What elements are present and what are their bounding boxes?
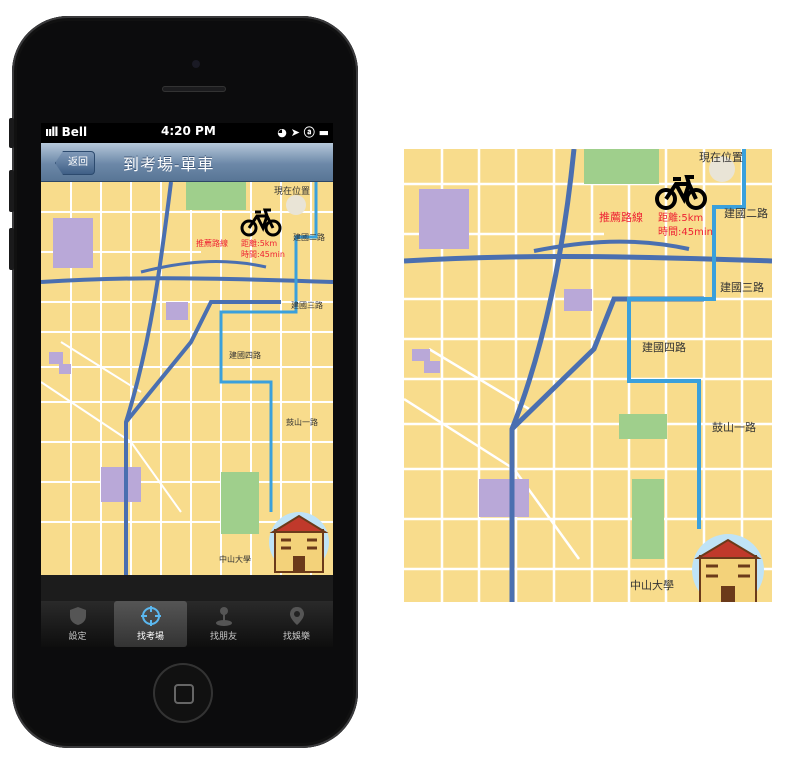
map-pin-icon	[289, 607, 304, 625]
front-camera	[192, 60, 200, 68]
street-label-gushan-1: 鼓山一路	[286, 417, 318, 427]
destination-label: 中山大學	[630, 578, 674, 592]
street-label-jianguo-3: 建國三路	[291, 300, 323, 310]
page-title: 到考場-單車	[123, 155, 215, 174]
enlarged-route-map: 現在位置 推薦路線 距離:5km 時間:45min 建國二路 建國三路 建國四路…	[404, 149, 772, 602]
tab-find-friends[interactable]: 找朋友	[187, 601, 260, 647]
map-footer-shade	[41, 575, 333, 601]
street-label-jianguo-4: 建國四路	[642, 340, 686, 354]
status-bar: ııll Bell 4:20 PM ◕ ➤ ⓐ ▬	[41, 123, 333, 141]
current-location-label: 現在位置	[699, 150, 743, 164]
current-location-label: 現在位置	[274, 185, 310, 197]
tab-find-exam-site[interactable]: 找考場	[114, 601, 187, 647]
tab-settings[interactable]: 設定	[41, 601, 114, 647]
school-building-icon	[269, 512, 329, 573]
shield-icon	[69, 607, 86, 625]
phone-screen: ııll Bell 4:20 PM ◕ ➤ ⓐ ▬ 返回 到考場-單車 現在位置	[41, 123, 333, 647]
navigation-bar: 返回 到考場-單車	[41, 143, 333, 182]
carrier-label: ııll Bell	[45, 125, 88, 139]
street-label-jianguo-4: 建國四路	[229, 350, 261, 360]
time-label: 時間:45min	[658, 226, 713, 238]
street-label-jianguo-2: 建國二路	[724, 206, 768, 220]
street-label-jianguo-3: 建國三路	[720, 280, 764, 294]
street-label-gushan-1: 鼓山一路	[712, 420, 756, 434]
volume-up-button	[9, 170, 14, 212]
recommended-route-label: 推薦路線	[599, 210, 643, 224]
status-icons: ◕ ➤ ⓐ ▬	[277, 126, 329, 139]
distance-label: 距離:5km	[241, 238, 277, 248]
back-button[interactable]: 返回	[55, 151, 95, 175]
street-label-jianguo-2: 建國二路	[293, 232, 325, 242]
time-label: 時間:45min	[241, 250, 285, 259]
earpiece-speaker	[162, 86, 226, 92]
tab-bar: 設定 找考場 找朋友 找娛樂	[41, 601, 333, 647]
destination-label: 中山大學	[219, 554, 251, 564]
home-button[interactable]	[153, 663, 213, 723]
status-time: 4:20 PM	[161, 124, 216, 138]
target-icon	[140, 606, 161, 626]
recommended-route-label: 推薦路線	[196, 238, 228, 248]
joystick-icon	[215, 607, 232, 626]
volume-down-button	[9, 228, 14, 270]
mute-switch	[9, 118, 14, 148]
distance-label: 距離:5km	[658, 211, 703, 224]
current-location-icon	[286, 195, 306, 215]
tab-find-entertainment[interactable]: 找娛樂	[260, 601, 333, 647]
route-map[interactable]: 現在位置 推薦路線 距離:5km 時間:45min 建國二路 建國三路 建國四路…	[41, 182, 333, 575]
